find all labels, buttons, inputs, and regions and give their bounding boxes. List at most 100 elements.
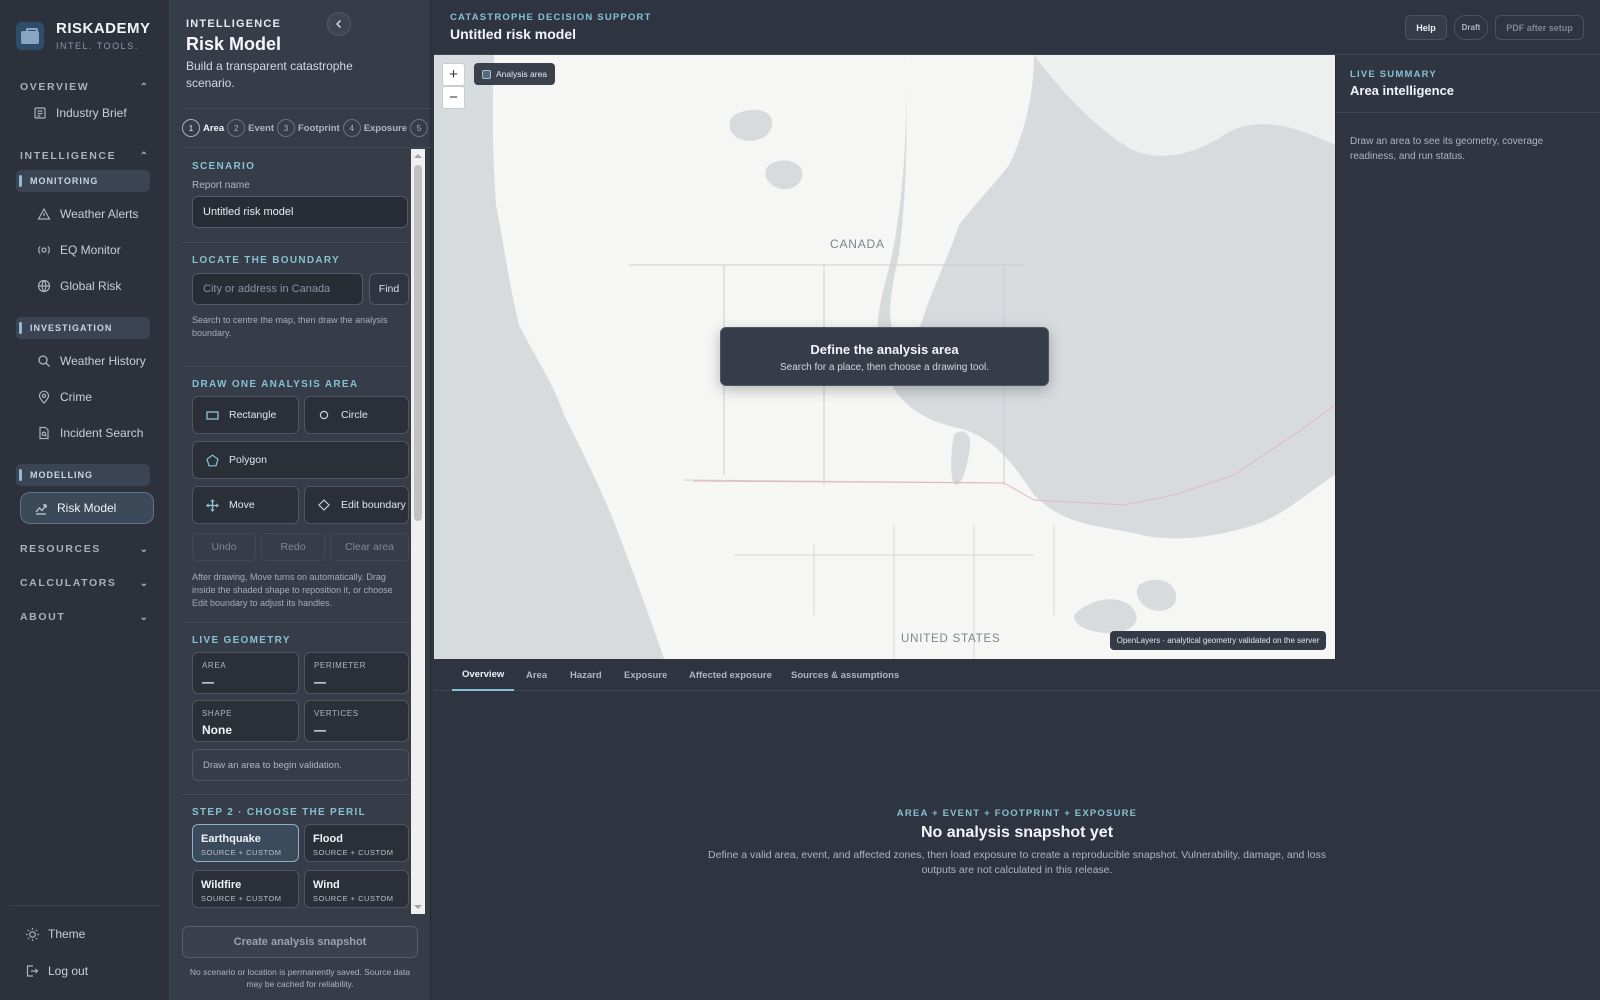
sun-icon: [24, 926, 40, 942]
validation-message: Draw an area to begin validation.: [192, 749, 409, 781]
theme-toggle-button[interactable]: Theme: [12, 918, 146, 950]
tab-overview[interactable]: Overview: [452, 659, 515, 691]
step-tabs: 1 Area 2 Event 3 Footprint 4 Exposure 5: [180, 108, 431, 148]
panel-scrollbar[interactable]: [411, 149, 425, 914]
nav-item-label: Industry Brief: [56, 106, 127, 120]
scroll-down-arrow-icon[interactable]: [411, 901, 425, 913]
nav-item-label: Incident Search: [60, 426, 144, 440]
nav-section-intelligence[interactable]: INTELLIGENCE ⌃: [20, 150, 148, 162]
area-swatch-icon: [482, 69, 491, 79]
scenario-section: SCENARIO Report name Untitled risk model: [180, 149, 411, 242]
step-label: Footprint: [298, 122, 340, 134]
peril-wind[interactable]: Wind SOURCE + CUSTOM: [304, 870, 409, 908]
perimeter-stat: PERIMETER —: [304, 652, 409, 694]
scroll-up-arrow-icon[interactable]: [411, 150, 425, 162]
rectangle-tool-button[interactable]: Rectangle: [192, 396, 299, 434]
clear-area-button[interactable]: Clear area: [330, 533, 409, 561]
status-badge: Draft: [1454, 15, 1488, 40]
location-search-input[interactable]: City or address in Canada: [192, 273, 363, 305]
peril-earthquake[interactable]: Earthquake SOURCE + CUSTOM: [192, 824, 299, 862]
empty-state-title: No analysis snapshot yet: [920, 824, 1114, 841]
draw-section: DRAW ONE ANALYSIS AREA Rectangle Circle …: [180, 366, 411, 622]
stat-value: —: [202, 675, 214, 689]
logout-button[interactable]: Log out: [12, 955, 146, 987]
map-canvas[interactable]: CANADA UNITED STATES + − Analysis area D…: [434, 55, 1335, 659]
create-snapshot-button[interactable]: Create analysis snapshot: [182, 926, 418, 958]
tab-sources-assumptions[interactable]: Sources & assumptions: [791, 659, 899, 691]
pdf-export-button[interactable]: PDF after setup: [1495, 15, 1584, 40]
stat-key: PERIMETER: [314, 661, 367, 670]
nav-section-intelligence-label: INTELLIGENCE: [20, 150, 117, 162]
step-number: 4: [342, 119, 361, 137]
stat-key: AREA: [202, 661, 227, 670]
tab-exposure[interactable]: Exposure: [624, 659, 667, 691]
nav-group-modelling: MODELLING: [16, 464, 150, 486]
locate-note: Search to centre the map, then draw the …: [192, 315, 388, 338]
live-summary-panel: LIVE SUMMARY Area intelligence Draw an a…: [1335, 55, 1600, 659]
brand[interactable]: RISKADEMY INTEL. TOOLS.: [16, 20, 151, 51]
empty-state-eyebrow: AREA + EVENT + FOOTPRINT + EXPOSURE: [896, 808, 1138, 819]
nav-section-about-label: ABOUT: [20, 611, 66, 623]
step-tab-area[interactable]: 1 Area: [182, 119, 224, 137]
results-tabs: Overview Area Hazard Exposure Affected e…: [434, 659, 1600, 691]
map-attribution: OpenLayers · analytical geometry validat…: [1110, 631, 1326, 650]
nav-item-weather-alerts[interactable]: Weather Alerts: [24, 198, 158, 230]
nav-item-risk-model[interactable]: Risk Model: [20, 492, 154, 524]
map-instruction-overlay: Define the analysis area Search for a pl…: [720, 327, 1049, 386]
step-tab-footprint[interactable]: 3 Footprint: [277, 119, 340, 137]
nav-section-resources-label: RESOURCES: [20, 543, 101, 555]
search-icon: [36, 353, 52, 369]
brand-name: RISKADEMY: [56, 20, 151, 37]
peril-name: Wildfire: [201, 879, 242, 891]
undo-button[interactable]: Undo: [192, 533, 256, 561]
find-button[interactable]: Find: [369, 273, 409, 305]
rectangle-icon: [205, 410, 219, 420]
peril-name: Flood: [313, 833, 343, 845]
summary-divider: [1336, 112, 1600, 113]
nav-item-label: EQ Monitor: [60, 243, 121, 257]
stat-key: SHAPE: [202, 709, 233, 718]
collapse-panel-button[interactable]: [327, 12, 351, 36]
step-tab-event[interactable]: 2 Event: [227, 119, 274, 137]
polygon-tool-button[interactable]: Polygon: [192, 441, 409, 479]
analysis-area-label: Analysis area: [496, 69, 548, 79]
nav-section-resources[interactable]: RESOURCES ⌄: [20, 543, 148, 555]
nav-item-label: Weather History: [60, 354, 146, 368]
step-tab-exposure[interactable]: 4 Exposure: [342, 119, 407, 137]
vertices-stat: VERTICES —: [304, 700, 409, 742]
peril-wildfire[interactable]: Wildfire SOURCE + CUSTOM: [192, 870, 299, 908]
peril-flood[interactable]: Flood SOURCE + CUSTOM: [304, 824, 409, 862]
tab-affected-exposure[interactable]: Affected exposure: [689, 659, 772, 691]
nav-group-monitoring: MONITORING: [16, 170, 150, 192]
tab-hazard[interactable]: Hazard: [570, 659, 602, 691]
nav-section-overview[interactable]: OVERVIEW ⌃: [20, 81, 148, 93]
nav-item-crime[interactable]: Crime: [24, 381, 158, 413]
zoom-out-button[interactable]: −: [442, 86, 465, 109]
peril-source: SOURCE + CUSTOM: [201, 894, 282, 903]
report-name-label: Report name: [192, 180, 250, 191]
nav-item-industry-brief[interactable]: Industry Brief: [20, 97, 154, 129]
tab-area[interactable]: Area: [526, 659, 547, 691]
edit-boundary-button[interactable]: Edit boundary: [304, 486, 409, 524]
nav-item-incident-search[interactable]: Incident Search: [24, 417, 158, 449]
nav-item-label: Crime: [60, 390, 92, 404]
nav-section-about[interactable]: ABOUT ⌄: [20, 611, 148, 623]
nav-item-global-risk[interactable]: Global Risk: [24, 270, 158, 302]
nav-item-weather-history[interactable]: Weather History: [24, 345, 158, 377]
section-heading: LIVE GEOMETRY: [192, 635, 291, 646]
analysis-area-legend[interactable]: Analysis area: [474, 63, 556, 85]
scrollbar-thumb[interactable]: [414, 165, 422, 521]
circle-tool-button[interactable]: Circle: [304, 396, 409, 434]
zoom-in-button[interactable]: +: [442, 63, 465, 86]
page-title: Untitled risk model: [450, 26, 577, 42]
report-name-input[interactable]: Untitled risk model: [192, 196, 408, 228]
stat-key: VERTICES: [314, 709, 359, 718]
button-label: Edit boundary: [341, 499, 406, 511]
help-button[interactable]: Help: [1405, 15, 1447, 40]
move-tool-button[interactable]: Move: [192, 486, 299, 524]
nav-section-calculators[interactable]: CALCULATORS ⌄: [20, 577, 148, 589]
newspaper-icon: [32, 105, 48, 121]
nav-item-eq-monitor[interactable]: EQ Monitor: [24, 234, 158, 266]
step-tab-5[interactable]: 5: [409, 119, 428, 137]
redo-button[interactable]: Redo: [261, 533, 325, 561]
